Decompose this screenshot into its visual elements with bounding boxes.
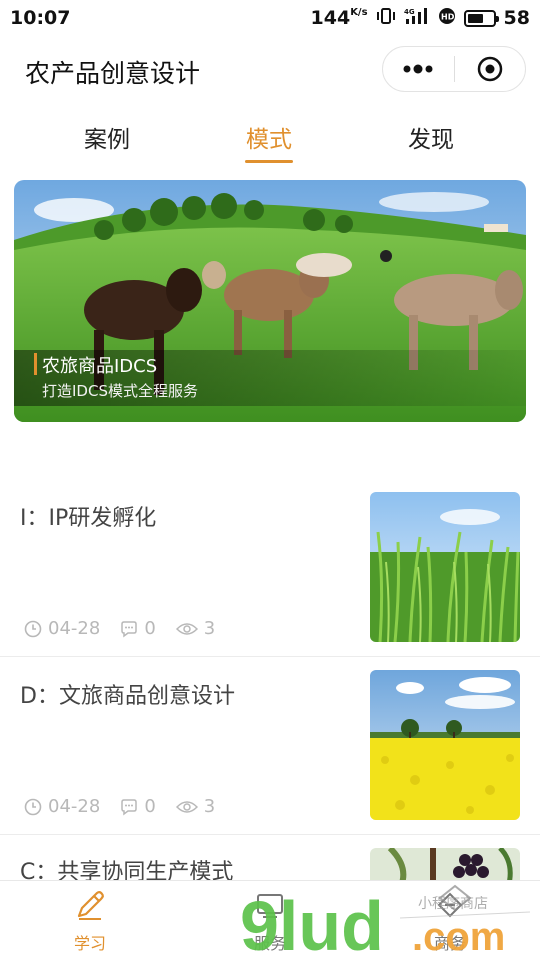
comment-icon	[120, 798, 138, 816]
banner-carousel[interactable]: 农旅商品IDCS 打造IDCS模式全程服务	[14, 180, 526, 422]
article-thumbnail	[370, 492, 520, 642]
article-thumbnail	[370, 670, 520, 820]
close-button[interactable]	[455, 47, 526, 91]
article-meta: 04-28 0 3	[24, 796, 215, 817]
business-icon	[433, 888, 467, 926]
comment-icon	[120, 620, 138, 638]
more-dots-icon	[403, 64, 433, 74]
mini-program-capsule	[382, 46, 526, 92]
hd-icon: HD	[438, 7, 456, 30]
clock-icon	[24, 798, 42, 816]
article-date: 04-28	[48, 796, 101, 817]
signal-4g-icon: 4G	[404, 7, 430, 30]
nav-business-label: 商务	[433, 933, 466, 953]
svg-text:4G: 4G	[404, 8, 415, 16]
banner-title: 农旅商品IDCS	[42, 356, 158, 377]
list-divider	[0, 834, 540, 835]
nav-service[interactable]: 服务	[180, 881, 360, 960]
tab-mode[interactable]: 模式	[219, 120, 319, 154]
article-title: I：IP研发孵化	[20, 506, 157, 531]
category-tabs: 案例 模式 发现	[0, 120, 540, 170]
bottom-tab-bar: 学习 服务 商务	[0, 880, 540, 960]
title-bar: 农产品创意设计	[0, 44, 540, 96]
rapeseed-field-image	[370, 670, 520, 820]
banner-subtitle: 打造IDCS模式全程服务	[42, 382, 198, 400]
battery-icon	[463, 9, 499, 27]
pen-icon	[73, 888, 107, 926]
nav-business[interactable]: 商务	[360, 881, 540, 960]
tab-discover[interactable]: 发现	[381, 120, 481, 154]
target-close-icon	[477, 56, 502, 82]
nav-service-label: 服务	[253, 933, 286, 953]
article-item[interactable]: C：共享协同生产模式	[0, 846, 540, 880]
list-divider	[0, 656, 540, 657]
view-count: 3	[203, 618, 216, 639]
wheat-field-image	[370, 492, 520, 642]
active-tab-indicator	[245, 160, 293, 163]
comment-count: 0	[144, 796, 156, 817]
nav-study[interactable]: 学习	[0, 881, 180, 960]
view-count: 3	[203, 796, 216, 817]
more-button[interactable]	[383, 47, 454, 91]
network-speed-unit: K/s	[350, 7, 368, 18]
caption-accent-bar	[34, 353, 37, 375]
svg-text:HD: HD	[441, 12, 455, 21]
article-title: C：共享协同生产模式	[20, 860, 234, 880]
page-title: 农产品创意设计	[25, 59, 201, 88]
battery-level: 58	[503, 7, 530, 29]
status-time: 10:07	[10, 7, 71, 29]
article-item[interactable]: D：文旅商品创意设计 04-28 0 3	[0, 668, 540, 834]
article-thumbnail	[370, 848, 520, 880]
clock-icon	[24, 620, 42, 638]
article-item[interactable]: I：IP研发孵化 04-28 0 3	[0, 490, 540, 656]
eye-icon	[175, 621, 198, 637]
eye-icon	[175, 799, 198, 815]
network-speed: 144K/s	[311, 7, 368, 29]
article-meta: 04-28 0 3	[24, 618, 215, 639]
article-title: D：文旅商品创意设计	[20, 684, 235, 709]
network-speed-value: 144	[310, 7, 351, 29]
tab-cases[interactable]: 案例	[57, 120, 157, 154]
status-bar: 10:07 144K/s 4G HD 58	[0, 0, 540, 36]
vibrate-icon	[376, 7, 396, 30]
article-date: 04-28	[48, 618, 101, 639]
service-icon	[253, 888, 287, 926]
nav-study-label: 学习	[73, 933, 106, 953]
grapes-image	[370, 848, 520, 880]
status-icons: 144K/s 4G HD 58	[311, 7, 530, 30]
comment-count: 0	[144, 618, 156, 639]
